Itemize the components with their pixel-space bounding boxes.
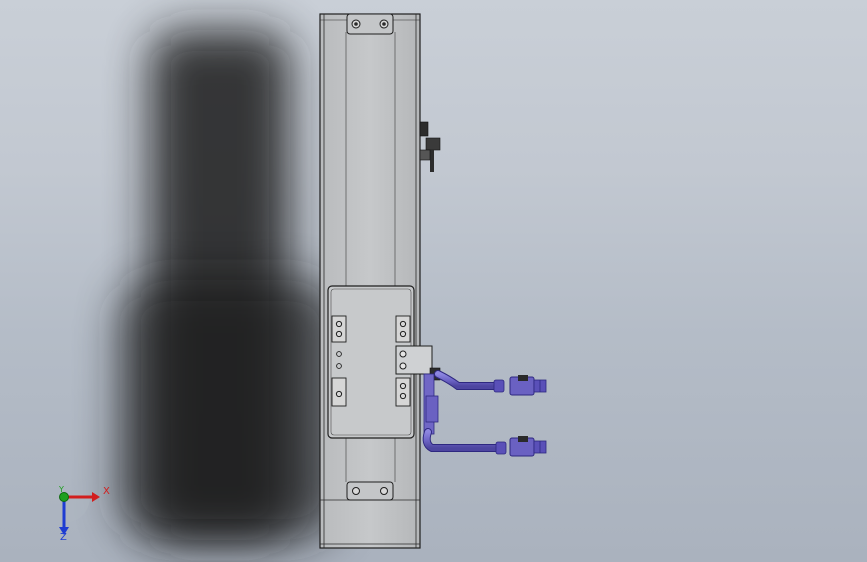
model-view[interactable]	[0, 0, 867, 562]
lower-connector[interactable]	[509, 436, 547, 457]
upper-connector[interactable]	[509, 375, 547, 396]
bottom-end-plate[interactable]	[346, 481, 394, 501]
z-axis-label: Z	[60, 532, 67, 543]
limit-sensor[interactable]	[419, 121, 441, 172]
upper-cable[interactable]	[434, 370, 505, 393]
graphics-viewport[interactable]: X Y Z	[0, 0, 867, 562]
model-shadow	[120, 30, 340, 540]
top-end-plate[interactable]	[346, 13, 394, 35]
y-axis-label: Y	[59, 485, 64, 494]
x-axis-label: X	[103, 486, 110, 497]
actuator-body[interactable]	[319, 13, 421, 549]
lower-cable[interactable]	[422, 428, 507, 455]
coordinate-triad	[59, 492, 100, 535]
